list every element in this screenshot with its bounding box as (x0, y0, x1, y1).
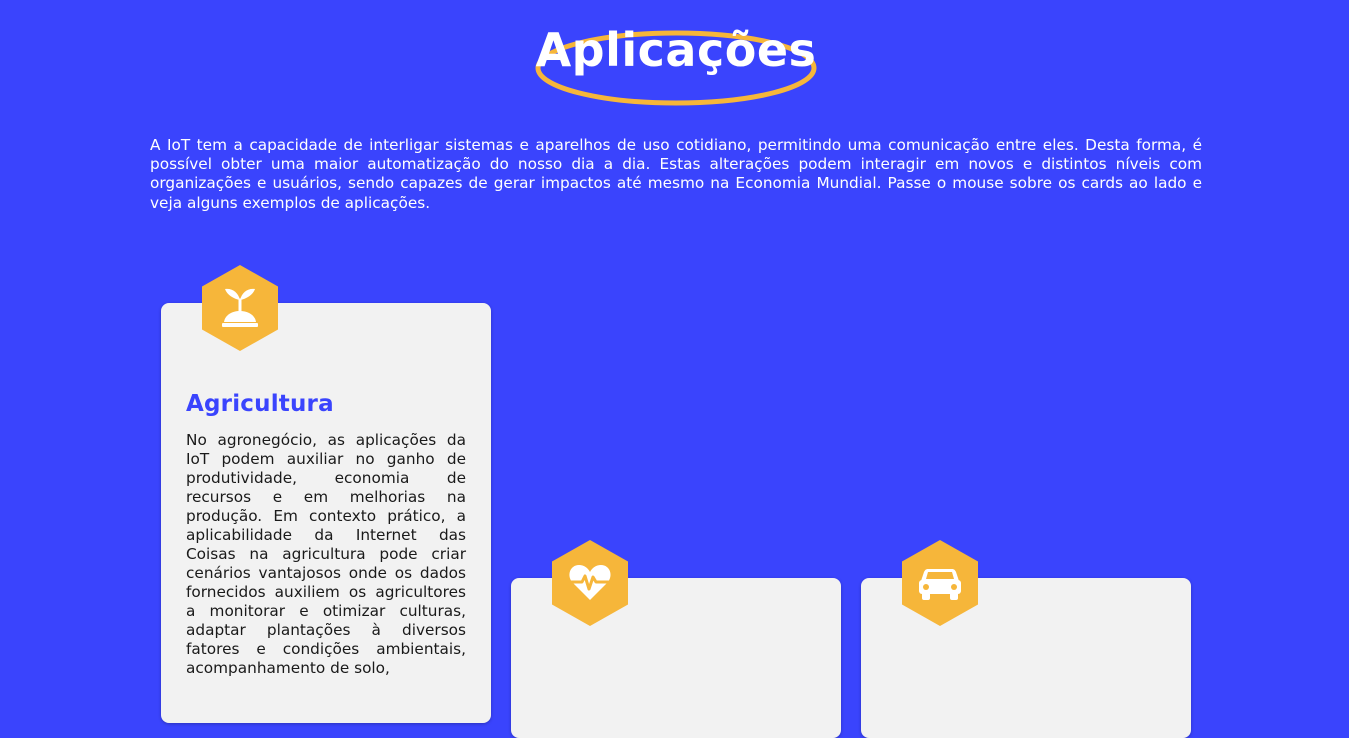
heart-pulse-icon (569, 565, 611, 600)
page-title: Aplicações (535, 22, 817, 77)
card-badge (201, 264, 279, 352)
car-icon (919, 569, 961, 600)
card-badge (551, 539, 629, 627)
card-agricultura[interactable]: Agricultura No agronegócio, as aplicaçõe… (161, 303, 491, 723)
intro-paragraph: A IoT tem a capacidade de interligar sis… (150, 136, 1202, 212)
card-title: Agricultura (186, 391, 334, 417)
card-badge (901, 539, 979, 627)
title-container: Aplicações (535, 23, 817, 106)
card-description: No agronegócio, as aplicações da IoT pod… (186, 431, 466, 677)
sprout-icon (222, 288, 258, 327)
